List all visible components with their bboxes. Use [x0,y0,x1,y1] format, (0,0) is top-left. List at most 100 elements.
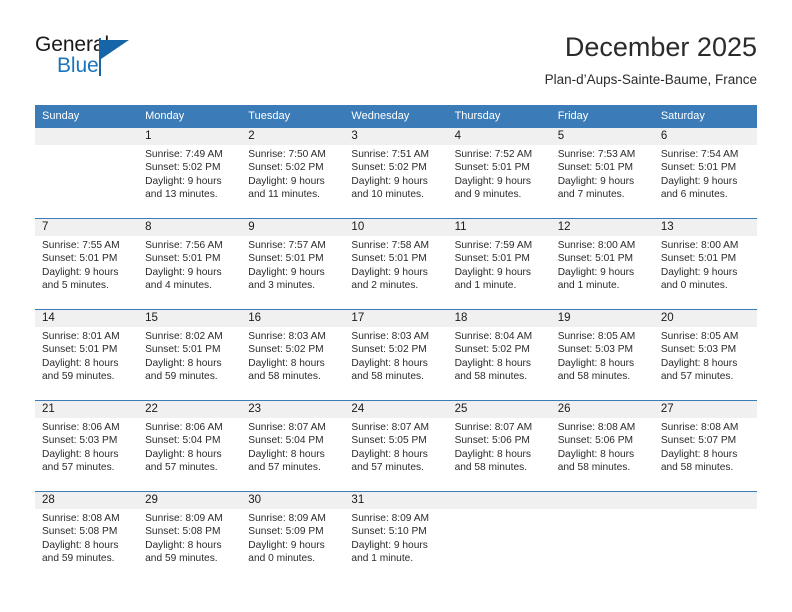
sunrise-time: Sunrise: 8:08 AM [557,422,636,433]
daylight-duration-line1: Daylight: 9 hours [454,266,532,278]
sunrise-time: Sunrise: 8:04 AM [454,331,533,342]
day-number: 18 [447,310,551,327]
location-subtitle: Plan-d’Aups-Sainte-Baume, France [544,72,757,87]
day-cell-content: 12 Sunrise: 8:00 AM Sunset: 5:01 PM Dayligh… [550,219,654,309]
calendar-day-cell[interactable]: 30 Sunrise: 8:09 AM Sunset: 5:09 PM Dayligh… [241,491,345,582]
page-header: General Blue December 2025 Plan-d’Aups-S… [0,0,792,100]
daylight-duration-line2: and 57 minutes. [145,461,218,473]
daylight-duration-line1: Daylight: 8 hours [42,357,119,369]
calendar-day-cell[interactable]: 8 Sunrise: 7:56 AM Sunset: 5:01 PM Daylight… [138,218,242,310]
calendar-day-cell[interactable]: 22 Sunrise: 8:06 AM Sunset: 5:04 PM Dayligh… [138,400,242,492]
day-info: Sunrise: 7:50 AM Sunset: 5:02 PM Daylight:… [241,145,344,201]
daylight-duration-line1: Daylight: 8 hours [454,357,532,369]
calendar-day-cell[interactable]: 23 Sunrise: 8:07 AM Sunset: 5:04 PM Dayligh… [241,400,345,492]
calendar-day-cell[interactable]: 14 Sunrise: 8:01 AM Sunset: 5:01 PM Dayligh… [35,309,139,401]
calendar-day-cell[interactable]: 31 Sunrise: 8:09 AM Sunset: 5:10 PM Dayligh… [344,491,448,582]
calendar-day-cell[interactable]: 3 Sunrise: 7:51 AM Sunset: 5:02 PM Daylight… [344,127,448,219]
sunrise-time: Sunrise: 7:56 AM [145,240,223,251]
daylight-duration-line2: and 57 minutes. [248,461,321,473]
calendar-day-cell[interactable]: 1 Sunrise: 7:49 AM Sunset: 5:02 PM Daylight… [138,127,242,219]
calendar-day-cell[interactable]: 6 Sunrise: 7:54 AM Sunset: 5:01 PM Daylight… [653,127,757,219]
day-cell-content [653,492,757,582]
daylight-duration-line1: Daylight: 9 hours [248,539,325,551]
sunrise-time: Sunrise: 8:00 AM [660,240,739,251]
day-number: 1 [138,128,242,145]
calendar-day-cell[interactable]: 25 Sunrise: 8:07 AM Sunset: 5:06 PM Dayligh… [447,400,551,492]
day-info: Sunrise: 7:59 AM Sunset: 5:01 PM Daylight:… [448,236,551,292]
sunset-time: Sunset: 5:01 PM [145,253,221,265]
calendar-day-cell[interactable]: 21 Sunrise: 8:06 AM Sunset: 5:03 PM Dayligh… [35,400,139,492]
calendar-day-cell[interactable]: 11 Sunrise: 7:59 AM Sunset: 5:01 PM Dayligh… [447,218,551,310]
day-cell-content: 20 Sunrise: 8:05 AM Sunset: 5:03 PM Dayligh… [653,310,757,400]
daylight-duration-line1: Daylight: 8 hours [454,448,532,460]
daylight-duration-line1: Daylight: 9 hours [248,175,325,187]
calendar-day-cell[interactable]: 7 Sunrise: 7:55 AM Sunset: 5:01 PM Daylight… [35,218,139,310]
sunset-time: Sunset: 5:01 PM [42,253,118,265]
sunrise-time: Sunrise: 8:09 AM [248,513,326,524]
sunrise-time: Sunrise: 8:09 AM [145,513,223,524]
daylight-duration-line2: and 10 minutes. [351,188,424,200]
calendar-day-cell[interactable]: 4 Sunrise: 7:52 AM Sunset: 5:01 PM Daylight… [447,127,551,219]
day-number: 8 [138,219,242,236]
day-cell-content: 21 Sunrise: 8:06 AM Sunset: 5:03 PM Dayligh… [35,401,139,491]
calendar-day-cell[interactable]: 29 Sunrise: 8:09 AM Sunset: 5:08 PM Dayligh… [138,491,242,582]
sunrise-time: Sunrise: 7:50 AM [248,149,326,160]
sunset-time: Sunset: 5:02 PM [248,162,324,174]
calendar-day-cell[interactable]: 5 Sunrise: 7:53 AM Sunset: 5:01 PM Daylight… [550,127,654,219]
calendar-day-cell[interactable]: 19 Sunrise: 8:05 AM Sunset: 5:03 PM Dayligh… [550,309,654,401]
day-number: 28 [35,492,139,509]
sunrise-time: Sunrise: 8:06 AM [42,422,120,433]
day-number: 11 [447,219,551,236]
daylight-duration-line1: Daylight: 9 hours [454,175,532,187]
day-cell-content: 7 Sunrise: 7:55 AM Sunset: 5:01 PM Daylight… [35,219,139,309]
calendar-day-cell[interactable]: 10 Sunrise: 7:58 AM Sunset: 5:01 PM Dayligh… [344,218,448,310]
calendar-day-cell[interactable]: 27 Sunrise: 8:08 AM Sunset: 5:07 PM Dayligh… [653,400,757,492]
calendar-day-cell-empty [35,127,139,219]
day-number [35,128,139,145]
calendar-week-row: 7 Sunrise: 7:55 AM Sunset: 5:01 PM Daylight… [35,218,757,310]
calendar-day-cell[interactable]: 18 Sunrise: 8:04 AM Sunset: 5:02 PM Dayligh… [447,309,551,401]
calendar-day-cell[interactable]: 17 Sunrise: 8:03 AM Sunset: 5:02 PM Dayligh… [344,309,448,401]
daylight-duration-line1: Daylight: 8 hours [42,539,119,551]
calendar-day-cell[interactable]: 28 Sunrise: 8:08 AM Sunset: 5:08 PM Dayligh… [35,491,139,582]
day-cell-content: 5 Sunrise: 7:53 AM Sunset: 5:01 PM Daylight… [550,128,654,218]
calendar-body: 1 Sunrise: 7:49 AM Sunset: 5:02 PM Daylight… [35,127,757,582]
day-number: 31 [344,492,448,509]
calendar-day-cell[interactable]: 15 Sunrise: 8:02 AM Sunset: 5:01 PM Dayligh… [138,309,242,401]
page-title: December 2025 [564,32,757,62]
day-number [447,492,551,509]
daylight-duration-line1: Daylight: 8 hours [145,357,222,369]
sunset-time: Sunset: 5:01 PM [248,253,324,265]
sunrise-time: Sunrise: 8:05 AM [660,331,739,342]
calendar-day-cell[interactable]: 12 Sunrise: 8:00 AM Sunset: 5:01 PM Dayligh… [550,218,654,310]
sunrise-time: Sunrise: 7:54 AM [660,149,739,160]
weekday-header-wednesday: Wednesday [344,105,448,128]
sunset-time: Sunset: 5:03 PM [42,435,118,447]
calendar-day-cell[interactable]: 9 Sunrise: 7:57 AM Sunset: 5:01 PM Daylight… [241,218,345,310]
calendar-day-cell[interactable]: 24 Sunrise: 8:07 AM Sunset: 5:05 PM Dayligh… [344,400,448,492]
weekday-header-saturday: Saturday [653,105,757,128]
calendar-day-cell[interactable]: 26 Sunrise: 8:08 AM Sunset: 5:06 PM Dayligh… [550,400,654,492]
triangle-flag-icon [101,40,129,59]
day-number: 27 [653,401,757,418]
logo-text-blue: Blue [57,54,99,77]
day-info: Sunrise: 8:08 AM Sunset: 5:07 PM Daylight:… [654,418,757,474]
day-info: Sunrise: 8:04 AM Sunset: 5:02 PM Daylight:… [448,327,551,383]
daylight-duration-line2: and 57 minutes. [351,461,424,473]
day-info: Sunrise: 7:54 AM Sunset: 5:01 PM Daylight:… [654,145,757,201]
calendar-day-cell[interactable]: 2 Sunrise: 7:50 AM Sunset: 5:02 PM Daylight… [241,127,345,219]
day-cell-content [447,492,551,582]
sunset-time: Sunset: 5:02 PM [351,344,427,356]
daylight-duration-line1: Daylight: 8 hours [557,448,635,460]
calendar-day-cell[interactable]: 16 Sunrise: 8:03 AM Sunset: 5:02 PM Dayligh… [241,309,345,401]
daylight-duration-line1: Daylight: 8 hours [557,357,635,369]
calendar-week-row: 28 Sunrise: 8:08 AM Sunset: 5:08 PM Dayligh… [35,491,757,582]
sunrise-time: Sunrise: 8:07 AM [454,422,533,433]
general-blue-logo[interactable]: General Blue [35,33,235,85]
day-cell-content: 13 Sunrise: 8:00 AM Sunset: 5:01 PM Dayligh… [653,219,757,309]
calendar-day-cell[interactable]: 20 Sunrise: 8:05 AM Sunset: 5:03 PM Dayligh… [653,309,757,401]
daylight-duration-line1: Daylight: 9 hours [557,266,635,278]
calendar-day-cell[interactable]: 13 Sunrise: 8:00 AM Sunset: 5:01 PM Dayligh… [653,218,757,310]
sunset-time: Sunset: 5:01 PM [351,253,427,265]
day-cell-content: 17 Sunrise: 8:03 AM Sunset: 5:02 PM Dayligh… [344,310,448,400]
